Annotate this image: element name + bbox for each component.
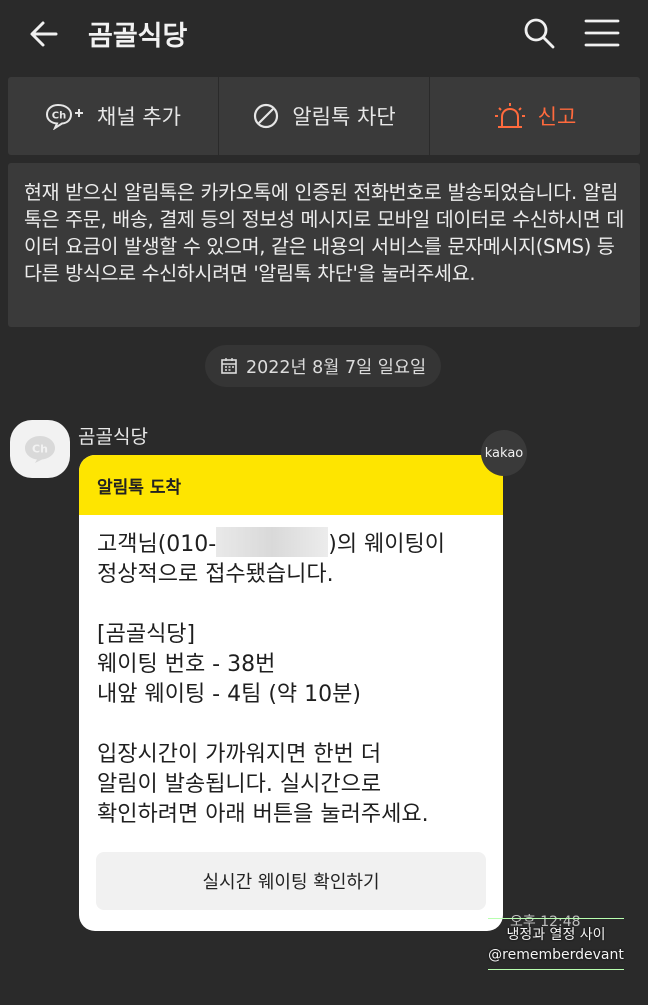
- block-alimtalk-button[interactable]: 알림톡 차단: [219, 77, 430, 155]
- message-line: 내앞 웨이팅 - 4팀 (약 10분): [97, 682, 361, 707]
- report-button[interactable]: 신고: [430, 77, 640, 155]
- message-line: 확인하려면 아래 버튼을 눌러주세요.: [97, 802, 429, 827]
- search-icon[interactable]: [522, 16, 556, 50]
- hamburger-menu-icon[interactable]: [584, 18, 620, 48]
- date-divider: 2022년 8월 7일 일요일: [205, 345, 441, 387]
- date-label: 2022년 8월 7일 일요일: [245, 357, 427, 378]
- alimtalk-message-card: 알림톡 도착 고객님(010- )의 웨이팅이 정상적으로 접수됐습니다. [곰골…: [79, 455, 503, 931]
- watermark-line: @rememberdevant: [488, 947, 624, 963]
- watermark-line: 냉정과 열정 사이: [506, 927, 606, 943]
- svg-text:Ch: Ch: [52, 111, 66, 122]
- top-bar: 곰골식당: [0, 0, 648, 70]
- siren-icon: [494, 103, 525, 128]
- message-body: 고객님(010- )의 웨이팅이 정상적으로 접수됐습니다. [곰골식당] 웨이팅…: [79, 515, 503, 830]
- realtime-waiting-button[interactable]: 실시간 웨이팅 확인하기: [96, 852, 486, 910]
- message-line: 웨이팅 번호 - 38번: [97, 652, 276, 677]
- message-line: )의 웨이팅이: [328, 532, 446, 557]
- add-channel-label: 채널 추가: [97, 105, 181, 129]
- message-line: 정상적으로 접수됐습니다.: [97, 562, 334, 587]
- avatar[interactable]: Ch: [10, 420, 70, 478]
- calendar-icon: [221, 358, 237, 374]
- channel-add-icon: Ch: [46, 103, 84, 130]
- sender-name: 곰골식당: [78, 426, 148, 448]
- watermark: 냉정과 열정 사이 @rememberdevant: [488, 918, 624, 970]
- block-icon: [254, 103, 279, 129]
- message-line: 고객님(010-: [97, 532, 217, 557]
- card-title: 알림톡 도착: [79, 455, 503, 515]
- channel-profile-icon: Ch: [25, 436, 55, 463]
- message-line: 입장시간이 가까워지면 한번 더: [97, 742, 382, 767]
- alimtalk-notice: 현재 받으신 알림톡은 카카오톡에 인증된 전화번호로 발송되었습니다. 알림톡…: [8, 163, 640, 327]
- channel-action-bar: Ch 채널 추가 알림톡 차단 신고: [8, 77, 640, 155]
- svg-text:Ch: Ch: [32, 443, 48, 456]
- kakao-badge: kakao: [481, 430, 527, 476]
- redacted-phone: [216, 527, 329, 557]
- message-line: [곰골식당]: [97, 622, 196, 647]
- report-label: 신고: [537, 105, 577, 129]
- block-label: 알림톡 차단: [292, 105, 396, 129]
- add-channel-button[interactable]: Ch 채널 추가: [8, 77, 219, 155]
- page-title: 곰골식당: [88, 21, 188, 52]
- arrow-left-icon[interactable]: [26, 16, 62, 52]
- message-line: 알림이 발송됩니다. 실시간으로: [97, 772, 382, 797]
